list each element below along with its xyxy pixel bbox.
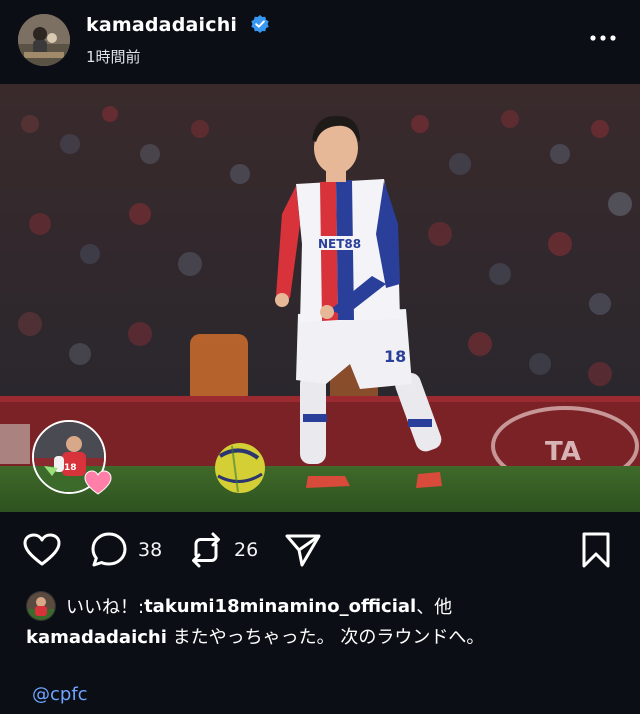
comment-button[interactable]: 38 xyxy=(90,530,162,570)
likes-suffix: 、他 xyxy=(416,597,453,618)
username[interactable]: kamadadaichi xyxy=(86,14,270,39)
football xyxy=(215,443,265,493)
repost-button[interactable]: 26 xyxy=(188,530,258,570)
likes-summary[interactable]: いいね！: takumi18minamino_official 、他 xyxy=(26,591,452,621)
post-header: kamadadaichi 1時間前 xyxy=(0,0,640,84)
post-timestamp: 1時間前 xyxy=(86,48,141,66)
caption-username[interactable]: kamadadaichi xyxy=(26,627,167,648)
heart-icon xyxy=(23,533,61,566)
likes-prefix: いいね！: xyxy=(66,597,145,618)
mention-link[interactable]: @cpfc xyxy=(32,684,88,705)
avatar-photo xyxy=(18,14,70,66)
repost-icon xyxy=(192,532,220,568)
send-icon xyxy=(285,534,321,567)
post-caption: kamadadaichi またやっちゃった。 次のラウンドへ。 xyxy=(26,624,484,652)
profile-avatar[interactable] xyxy=(18,14,70,66)
steward-jacket xyxy=(190,334,248,404)
board-text: TA xyxy=(545,437,581,467)
comments-count: 38 xyxy=(138,539,163,561)
svg-text:18: 18 xyxy=(64,463,77,473)
liker-avatar[interactable] xyxy=(26,591,56,621)
username-text[interactable]: kamadadaichi xyxy=(86,14,237,36)
jersey-sponsor: NET88 xyxy=(318,237,361,251)
action-bar: 38 26 xyxy=(0,528,640,572)
more-options-icon[interactable] xyxy=(588,26,618,50)
save-button[interactable] xyxy=(580,530,612,570)
comment-icon xyxy=(91,532,127,567)
reposts-count: 26 xyxy=(234,539,259,561)
caption-text: またやっちゃった。 次のラウンドへ。 xyxy=(166,627,485,648)
liker-username[interactable]: takumi18minamino_official xyxy=(144,596,416,617)
share-button[interactable] xyxy=(284,530,322,570)
verified-badge-icon xyxy=(250,14,270,39)
bookmark-icon xyxy=(582,532,610,568)
liker-photo xyxy=(27,592,55,620)
like-button[interactable] xyxy=(22,530,62,570)
jersey-number: 18 xyxy=(384,347,406,366)
heart-reaction-icon xyxy=(84,470,112,496)
